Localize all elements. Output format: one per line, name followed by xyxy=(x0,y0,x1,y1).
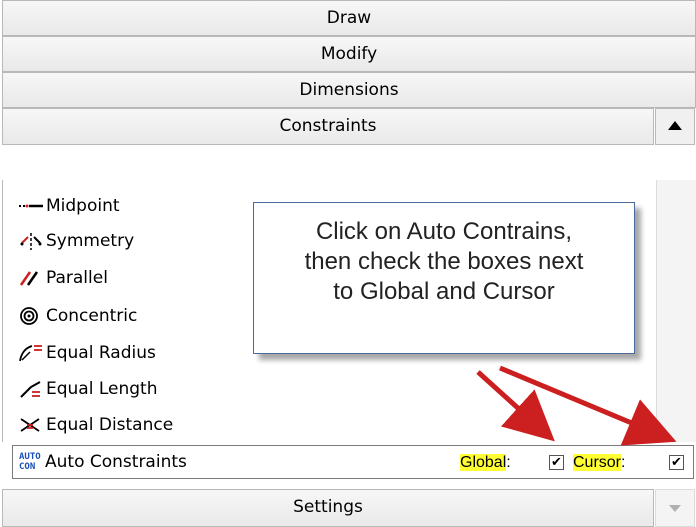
arrow-up-icon xyxy=(668,121,682,130)
section-modify-label: Modify xyxy=(320,44,378,64)
tool-symmetry[interactable]: Symmetry xyxy=(18,225,134,257)
tool-label: Concentric xyxy=(46,306,138,326)
callout-text: Click on Auto Contrains, then check the … xyxy=(254,217,634,307)
callout-line-1: Click on Auto Contrains, xyxy=(315,218,573,245)
concentric-icon xyxy=(20,307,38,325)
section-draw-label: Draw xyxy=(326,8,372,28)
check-icon: ✔ xyxy=(671,455,682,470)
equal-length-icon xyxy=(20,381,41,398)
global-label-text: Global xyxy=(460,454,507,471)
tool-equal-length[interactable]: Equal Length xyxy=(18,373,158,405)
auto-icon-text-bottom: CON xyxy=(19,462,36,472)
auto-constraints-row[interactable]: AUTO CON Auto Constraints Global: ✔ Curs… xyxy=(12,445,694,479)
scrollbar-track[interactable] xyxy=(656,180,696,442)
tool-midpoint[interactable]: Midpoint xyxy=(18,190,120,222)
section-dimensions-label: Dimensions xyxy=(299,80,399,100)
section-draw[interactable]: Draw xyxy=(2,0,696,36)
instruction-callout: Click on Auto Contrains, then check the … xyxy=(253,202,635,354)
cursor-label-text: Cursor xyxy=(573,454,622,471)
section-settings[interactable]: Settings xyxy=(2,489,654,527)
callout-line-3: to Global and Cursor xyxy=(333,278,555,305)
section-constraints-label: Constraints xyxy=(279,116,377,136)
cursor-checkbox[interactable]: ✔ xyxy=(669,455,684,470)
section-constraints[interactable]: Constraints xyxy=(2,108,654,145)
symmetry-icon xyxy=(20,233,42,250)
equal-radius-icon xyxy=(19,345,42,362)
tool-equal-distance[interactable]: Equal Distance xyxy=(18,409,173,441)
global-checkbox[interactable]: ✔ xyxy=(549,455,564,470)
tool-parallel[interactable]: Parallel xyxy=(18,262,108,294)
section-modify[interactable]: Modify xyxy=(2,36,696,72)
auto-constraints-label: Auto Constraints xyxy=(45,452,187,472)
tool-label: Symmetry xyxy=(46,231,135,251)
tool-concentric[interactable]: Concentric xyxy=(18,300,137,332)
auto-constraints-icon: AUTO CON xyxy=(19,452,41,472)
tool-label: Parallel xyxy=(46,268,108,288)
section-settings-label: Settings xyxy=(293,497,363,517)
tool-equal-radius[interactable]: Equal Radius xyxy=(18,337,156,369)
arrow-down-icon xyxy=(669,505,681,512)
global-label: Global: xyxy=(460,454,511,472)
sketch-tools-panel: Draw Modify Dimensions Constraints Midpo… xyxy=(0,0,696,527)
midpoint-icon xyxy=(19,204,43,208)
tool-label: Equal Distance xyxy=(46,415,174,435)
callout-line-2: then check the boxes next xyxy=(304,248,584,275)
tool-label: Midpoint xyxy=(46,196,120,216)
cursor-label: Cursor: xyxy=(573,454,625,472)
cursor-label-colon: : xyxy=(621,454,626,471)
auto-icon-text-top: AUTO xyxy=(19,452,41,462)
parallel-icon xyxy=(19,271,39,286)
section-dimensions[interactable]: Dimensions xyxy=(2,72,696,108)
equal-distance-icon xyxy=(20,418,40,432)
scroll-down-button[interactable] xyxy=(655,489,695,527)
check-icon: ✔ xyxy=(551,455,562,470)
scroll-up-button[interactable] xyxy=(655,108,695,145)
global-label-colon: : xyxy=(506,454,511,471)
tool-label: Equal Length xyxy=(46,379,158,399)
tool-label: Equal Radius xyxy=(46,343,156,363)
